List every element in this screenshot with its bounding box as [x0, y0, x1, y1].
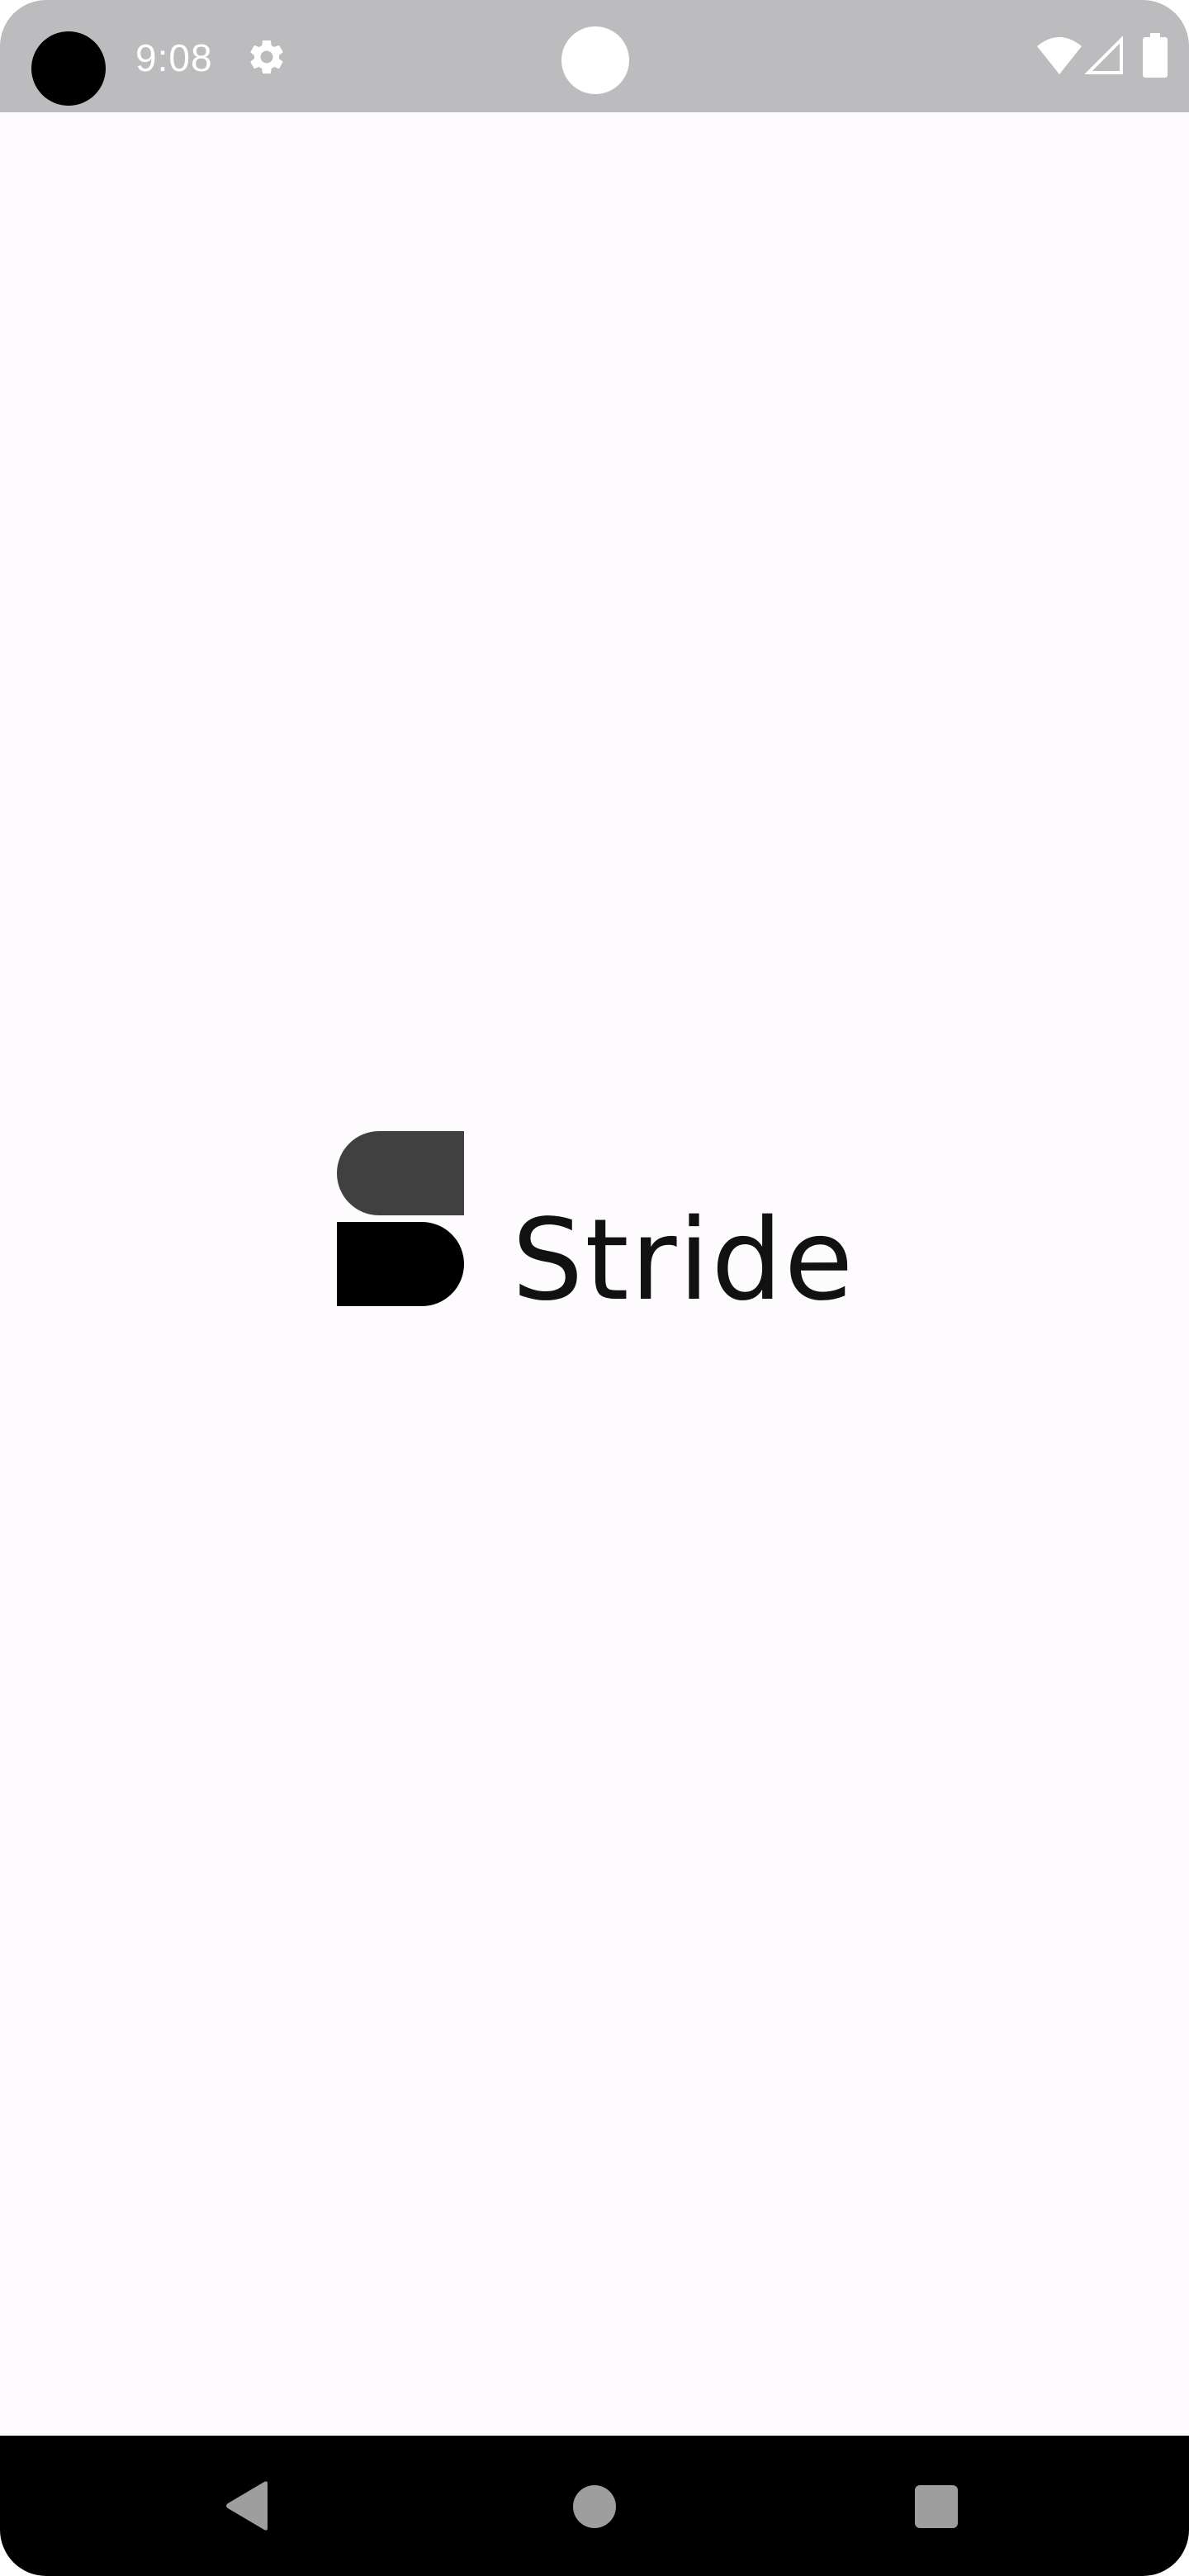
- brand-name: Stride: [512, 1196, 855, 1326]
- splash-content: Stride: [0, 112, 1189, 2436]
- recents-icon[interactable]: [915, 2485, 958, 2528]
- logo-top-shape: [337, 1131, 464, 1215]
- navigation-bar: [0, 2436, 1189, 2576]
- notification-dot: [561, 26, 629, 94]
- back-icon[interactable]: [225, 2480, 271, 2531]
- signal-icon: [1085, 36, 1123, 74]
- battery-icon: [1143, 33, 1168, 78]
- app-screen: 9:08 Stride: [0, 0, 1189, 2576]
- wifi-icon: [1037, 37, 1082, 74]
- camera-cutout: [31, 31, 106, 106]
- stride-logo-mark: [337, 1131, 464, 1306]
- home-icon[interactable]: [573, 2485, 616, 2528]
- logo-bottom-shape: [337, 1222, 464, 1306]
- status-bar: 9:08: [0, 0, 1189, 112]
- gear-icon: [250, 40, 283, 74]
- status-time: 9:08: [135, 36, 213, 79]
